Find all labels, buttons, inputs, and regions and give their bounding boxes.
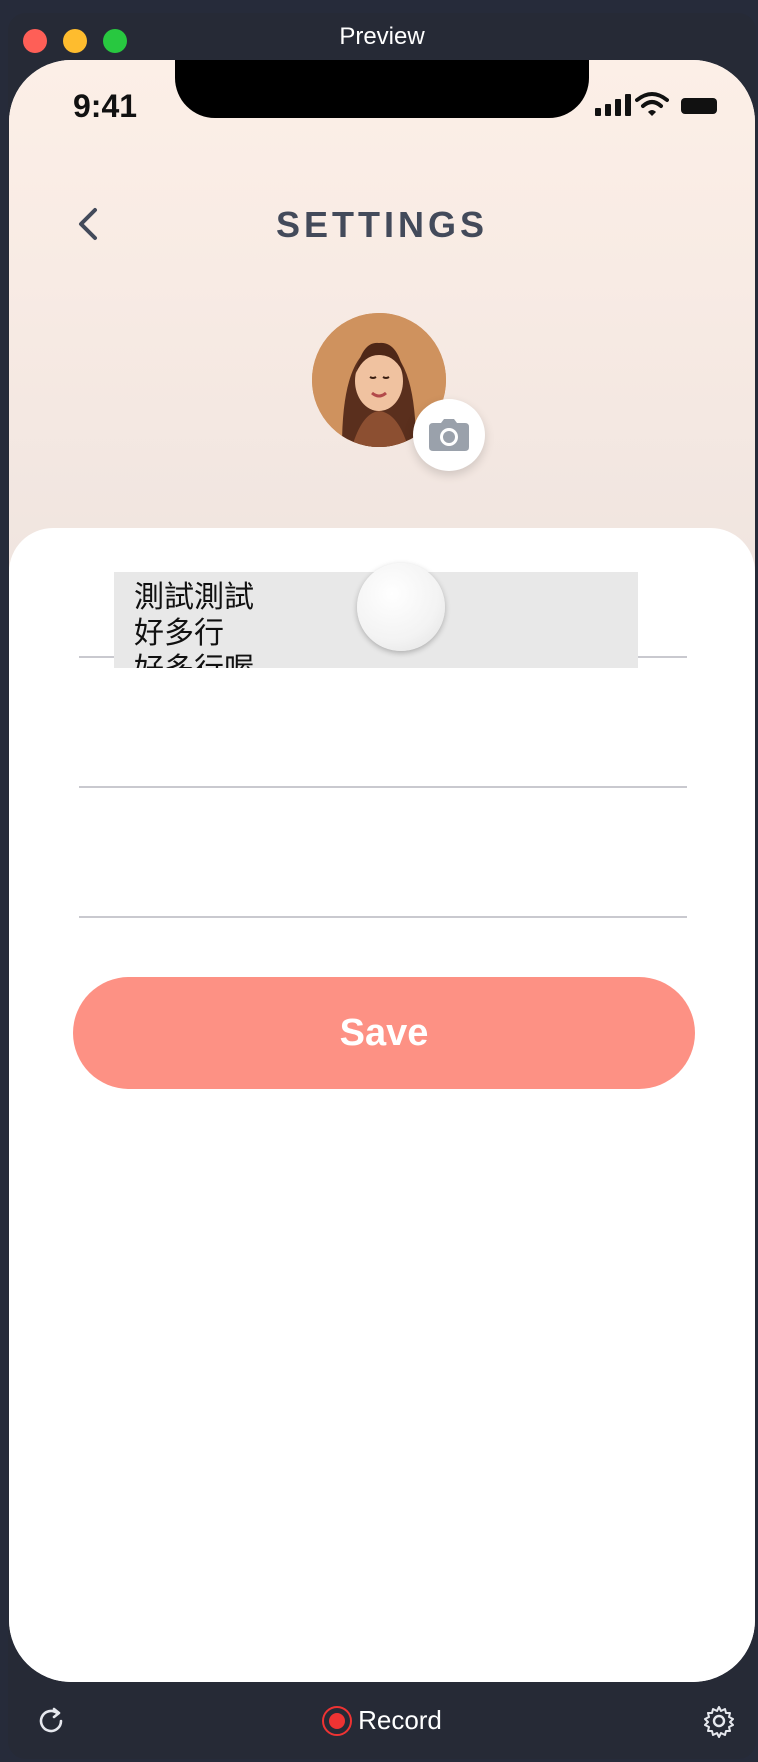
save-button[interactable]: Save bbox=[73, 977, 695, 1089]
battery-icon bbox=[681, 98, 717, 114]
title-bar: Preview bbox=[8, 13, 756, 60]
text-field-2[interactable] bbox=[79, 704, 687, 788]
gear-icon[interactable] bbox=[702, 1704, 736, 1738]
settings-form: 測試測試 好多行 好多行喔 Save bbox=[9, 528, 755, 1682]
bottom-toolbar: Record bbox=[8, 1682, 756, 1759]
maximize-window-button[interactable] bbox=[103, 29, 127, 53]
page-title: SETTINGS bbox=[275, 204, 489, 245]
picker-line: 好多行喔 bbox=[134, 644, 254, 668]
signal-icon bbox=[595, 94, 631, 116]
record-label: Record bbox=[358, 1705, 442, 1735]
camera-icon bbox=[429, 419, 469, 451]
change-photo-button[interactable] bbox=[413, 399, 485, 471]
record-button[interactable]: Record bbox=[322, 1705, 442, 1736]
record-icon bbox=[322, 1705, 353, 1736]
text-field-3[interactable] bbox=[79, 834, 687, 918]
close-window-button[interactable] bbox=[23, 29, 47, 53]
picker-drag-handle[interactable] bbox=[357, 563, 445, 651]
window-title: Preview bbox=[339, 22, 425, 50]
phone-screen: 9:41 SETTINGS 測試測試 好多行 Save bbox=[9, 60, 755, 1682]
minimize-window-button[interactable] bbox=[63, 29, 87, 53]
wifi-icon bbox=[635, 92, 669, 116]
preview-window: Preview 9:41 SETTINGS 測試測試 好多行 Save Reco… bbox=[8, 13, 756, 1759]
status-time: 9:41 bbox=[73, 88, 138, 124]
reload-icon[interactable] bbox=[34, 1704, 68, 1738]
notch bbox=[175, 60, 589, 118]
